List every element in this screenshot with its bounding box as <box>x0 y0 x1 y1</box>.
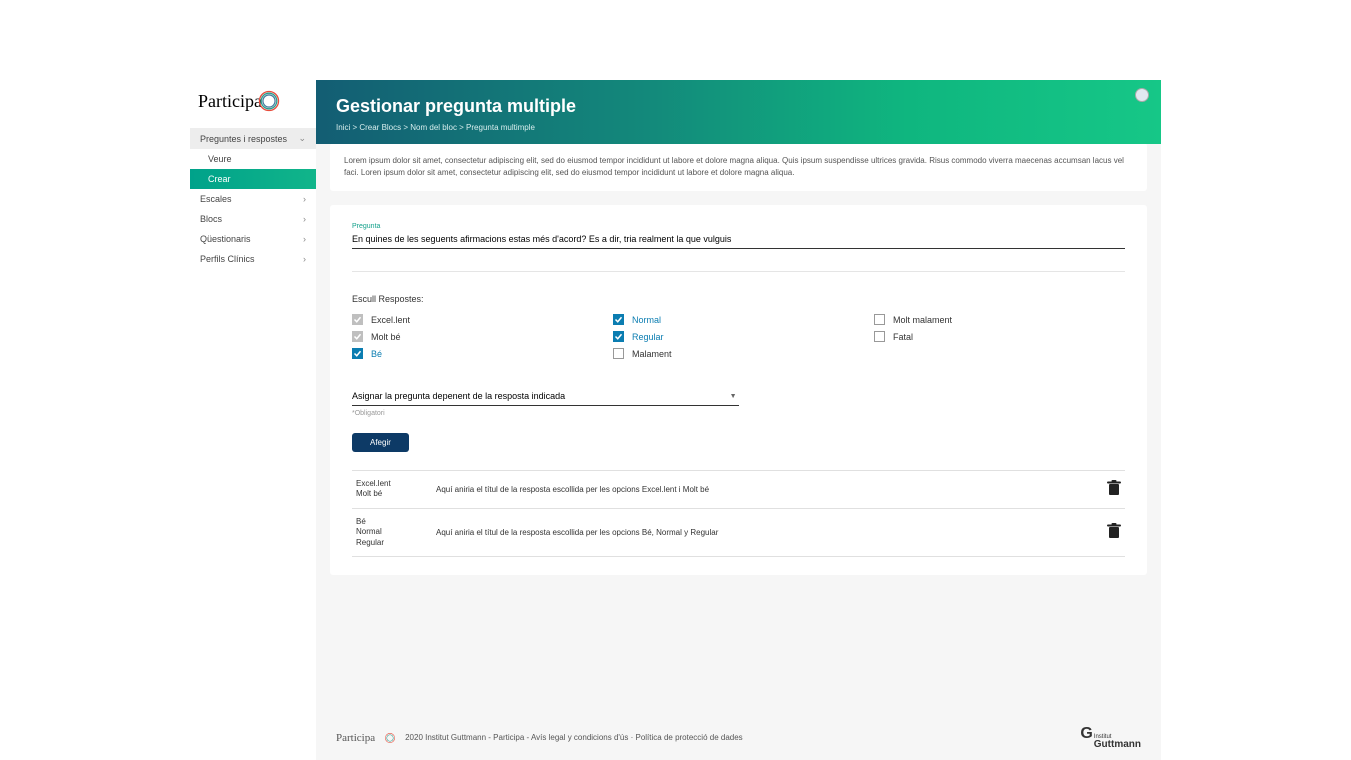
breadcrumb: Inici > Crear Blocs > Nom del bloc > Pre… <box>336 123 1141 132</box>
checkbox-icon[interactable] <box>613 314 624 325</box>
dep-answers: Excel.lentMolt bé <box>356 479 436 500</box>
answer-label: Regular <box>632 332 664 342</box>
logo-swirl-icon <box>256 88 282 114</box>
nav-preguntes[interactable]: Preguntes i respostes ⌄ <box>190 128 316 149</box>
assign-select-wrap: ▼ <box>352 387 739 406</box>
logo-swirl-icon <box>383 731 397 745</box>
form-card: Pregunta Escull Respostes: Excel.lent Nor… <box>330 205 1147 575</box>
checkbox-icon[interactable] <box>874 314 885 325</box>
question-label: Pregunta <box>352 223 1125 230</box>
dependencies-table: Excel.lentMolt béAquí aniria el títul de… <box>352 470 1125 557</box>
main: Gestionar pregunta multiple Inici > Crea… <box>316 80 1161 760</box>
answer-option[interactable]: Excel.lent <box>352 314 603 325</box>
nav-blocs[interactable]: Blocs › <box>190 209 316 229</box>
answer-option[interactable]: Normal <box>613 314 864 325</box>
logo: Participa <box>190 88 316 114</box>
nav-veure[interactable]: Veure <box>190 149 316 169</box>
nav-crear[interactable]: Crear <box>190 169 316 189</box>
checkbox-icon[interactable] <box>352 348 363 359</box>
answers-grid: Excel.lent Normal Molt malament Molt bé Regu… <box>352 314 1125 359</box>
answer-label: Fatal <box>893 332 913 342</box>
dep-title: Aquí aniria el títul de la resposta esco… <box>436 528 1107 537</box>
dep-title: Aquí aniria el títul de la resposta esco… <box>436 485 1107 494</box>
chevron-right-icon: › <box>303 254 306 264</box>
helper-text: *Obligatori <box>352 410 1125 417</box>
content: Lorem ipsum dolor sit amet, consectetur … <box>316 144 1161 715</box>
answer-label: Molt malament <box>893 315 952 325</box>
checkbox-icon[interactable] <box>613 331 624 342</box>
answer-option[interactable]: Molt malament <box>874 314 1125 325</box>
checkbox-icon[interactable] <box>613 348 624 359</box>
checkbox-icon[interactable] <box>352 331 363 342</box>
trash-icon[interactable] <box>1107 523 1121 539</box>
answer-label: Molt bé <box>371 332 401 342</box>
answer-option[interactable]: Molt bé <box>352 331 603 342</box>
page-header: Gestionar pregunta multiple Inici > Crea… <box>316 80 1161 144</box>
assign-select[interactable] <box>352 387 739 406</box>
dependency-row: Excel.lentMolt béAquí aniria el títul de… <box>352 471 1125 509</box>
answer-option[interactable]: Malament <box>613 348 864 359</box>
answer-label: Excel.lent <box>371 315 410 325</box>
page-title: Gestionar pregunta multiple <box>336 96 1141 117</box>
globe-icon[interactable] <box>1135 88 1149 102</box>
chevron-down-icon: ⌄ <box>298 133 306 144</box>
answer-label: Bé <box>371 349 382 359</box>
nav-escales[interactable]: Escales › <box>190 189 316 209</box>
dependency-row: BéNormalRegularAquí aniria el títul de l… <box>352 509 1125 557</box>
checkbox-icon[interactable] <box>352 314 363 325</box>
guttmann-logo: G Institut Guttmann <box>1080 725 1141 750</box>
answer-option[interactable]: Regular <box>613 331 864 342</box>
nav-perfils[interactable]: Perfils Clínics › <box>190 249 316 269</box>
nav-questionaris[interactable]: Qüestionaris › <box>190 229 316 249</box>
checkbox-icon[interactable] <box>874 331 885 342</box>
answer-label: Normal <box>632 315 661 325</box>
answer-label: Malament <box>632 349 672 359</box>
sidebar: Participa Preguntes i respostes ⌄ Veure … <box>190 80 316 760</box>
divider <box>352 271 1125 272</box>
answers-label: Escull Respostes: <box>352 294 1125 304</box>
trash-icon[interactable] <box>1107 480 1121 496</box>
answer-option[interactable]: Bé <box>352 348 603 359</box>
footer-text: 2020 Institut Guttmann - Participa - Aví… <box>405 733 743 742</box>
add-button[interactable]: Afegir <box>352 433 409 452</box>
footer-logo-text: Participa <box>336 732 375 744</box>
chevron-right-icon: › <box>303 194 306 204</box>
chevron-right-icon: › <box>303 234 306 244</box>
question-input[interactable] <box>352 232 1125 249</box>
footer: Participa 2020 Institut Guttmann - Parti… <box>316 715 1161 760</box>
answer-option[interactable]: Fatal <box>874 331 1125 342</box>
dep-answers: BéNormalRegular <box>356 517 436 548</box>
logo-text: Participa <box>198 91 262 112</box>
chevron-right-icon: › <box>303 214 306 224</box>
intro-text: Lorem ipsum dolor sit amet, consectetur … <box>330 143 1147 191</box>
